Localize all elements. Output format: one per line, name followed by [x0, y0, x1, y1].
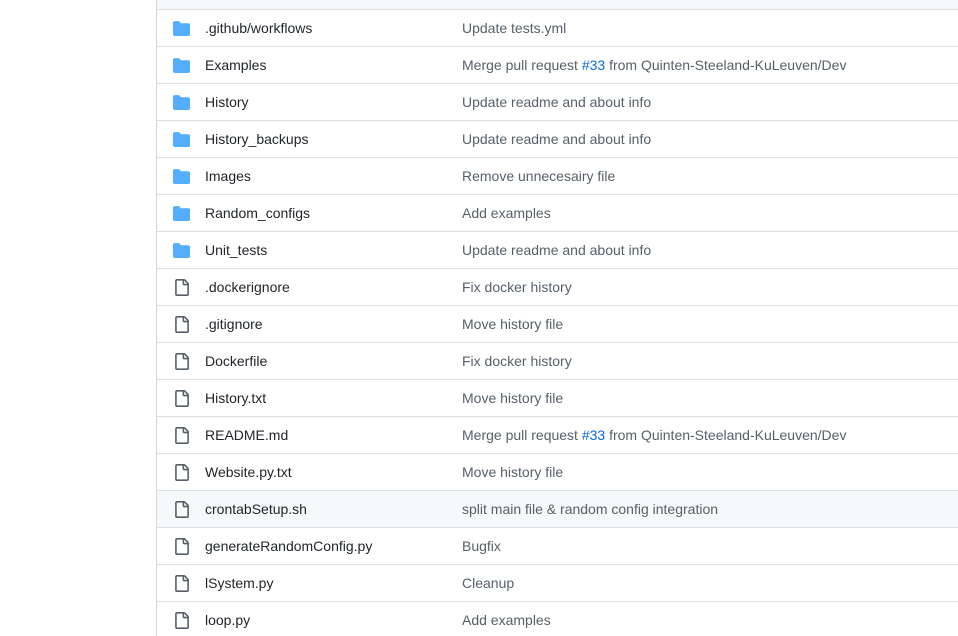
file-name-link[interactable]: History_backups — [205, 121, 309, 158]
file-row[interactable]: Unit_tests Update readme and about info — [157, 232, 958, 269]
file-row[interactable]: History Update readme and about info — [157, 84, 958, 121]
folder-icon — [173, 205, 190, 222]
commit-message-suffix: from Quinten-Steeland-KuLeuven/Dev — [605, 57, 847, 73]
file-row[interactable]: History.txt Move history file — [157, 380, 958, 417]
file-name-link[interactable]: crontabSetup.sh — [205, 491, 307, 528]
file-row[interactable]: lSystem.py Cleanup — [157, 565, 958, 602]
file-icon — [173, 612, 190, 629]
file-row[interactable]: .gitignore Move history file — [157, 306, 958, 343]
file-icon — [173, 390, 190, 407]
commit-message-link[interactable]: Update readme and about info — [462, 232, 651, 269]
commit-message-prefix: Merge pull request — [462, 427, 582, 443]
file-name-link[interactable]: Unit_tests — [205, 232, 267, 269]
file-name-link[interactable]: .gitignore — [205, 306, 263, 343]
file-list: .github/workflows Update tests.yml Example… — [156, 0, 958, 636]
file-row[interactable]: Random_configs Add examples — [157, 195, 958, 232]
file-row[interactable]: Dockerfile Fix docker history — [157, 343, 958, 380]
commit-message-link[interactable]: Move history file — [462, 454, 563, 491]
commit-message-prefix: Merge pull request — [462, 57, 582, 73]
commit-message-link[interactable]: Merge pull request #33 from Quinten-Stee… — [462, 417, 846, 454]
commit-message-link[interactable]: Update readme and about info — [462, 84, 651, 121]
folder-icon — [173, 20, 190, 37]
folder-icon — [173, 131, 190, 148]
file-row[interactable]: README.md Merge pull request #33 from Qui… — [157, 417, 958, 454]
file-icon — [173, 538, 190, 555]
file-name-link[interactable]: Examples — [205, 47, 266, 84]
file-row[interactable]: crontabSetup.sh split main file & random … — [157, 491, 958, 528]
file-icon — [173, 427, 190, 444]
file-row[interactable]: .github/workflows Update tests.yml — [157, 10, 958, 47]
commit-message-link[interactable]: Move history file — [462, 306, 563, 343]
file-name-link[interactable]: Images — [205, 158, 251, 195]
commit-message-link[interactable]: Bugfix — [462, 528, 501, 565]
file-name-link[interactable]: History — [205, 84, 249, 121]
commit-message-link[interactable]: Add examples — [462, 602, 551, 636]
file-name-link[interactable]: Website.py.txt — [205, 454, 292, 491]
file-icon — [173, 575, 190, 592]
commit-message-suffix: from Quinten-Steeland-KuLeuven/Dev — [605, 427, 847, 443]
folder-icon — [173, 57, 190, 74]
file-name-link[interactable]: Random_configs — [205, 195, 310, 232]
file-name-link[interactable]: loop.py — [205, 602, 250, 636]
pull-request-link[interactable]: #33 — [582, 427, 605, 443]
file-icon — [173, 353, 190, 370]
file-row[interactable]: generateRandomConfig.py Bugfix — [157, 528, 958, 565]
file-name-link[interactable]: Dockerfile — [205, 343, 267, 380]
commit-message-link[interactable]: split main file & random config integrat… — [462, 491, 718, 528]
file-name-link[interactable]: lSystem.py — [205, 565, 273, 602]
file-name-link[interactable]: README.md — [205, 417, 288, 454]
file-name-link[interactable]: .dockerignore — [205, 269, 290, 306]
file-name-link[interactable]: generateRandomConfig.py — [205, 528, 372, 565]
file-icon — [173, 316, 190, 333]
file-row[interactable]: Images Remove unnecesairy file — [157, 158, 958, 195]
file-icon — [173, 464, 190, 481]
folder-icon — [173, 242, 190, 259]
commit-message-link[interactable]: Cleanup — [462, 565, 514, 602]
repo-file-browser: .github/workflows Update tests.yml Example… — [0, 0, 958, 636]
folder-icon — [173, 168, 190, 185]
file-rows: .github/workflows Update tests.yml Example… — [157, 10, 958, 636]
file-row[interactable]: .dockerignore Fix docker history — [157, 269, 958, 306]
commit-message-link[interactable]: Update readme and about info — [462, 121, 651, 158]
commit-message-link[interactable]: Merge pull request #33 from Quinten-Stee… — [462, 47, 846, 84]
commit-message-link[interactable]: Fix docker history — [462, 269, 572, 306]
file-name-link[interactable]: History.txt — [205, 380, 266, 417]
commit-message-link[interactable]: Remove unnecesairy file — [462, 158, 615, 195]
file-row[interactable]: History_backups Update readme and about i… — [157, 121, 958, 158]
file-row[interactable]: Examples Merge pull request #33 from Quin… — [157, 47, 958, 84]
file-row[interactable]: loop.py Add examples — [157, 602, 958, 636]
pull-request-link[interactable]: #33 — [582, 57, 605, 73]
commit-message-link[interactable]: Move history file — [462, 380, 563, 417]
file-name-link[interactable]: .github/workflows — [205, 10, 312, 47]
file-list-header — [157, 0, 958, 10]
file-icon — [173, 279, 190, 296]
file-row[interactable]: Website.py.txt Move history file — [157, 454, 958, 491]
commit-message-link[interactable]: Fix docker history — [462, 343, 572, 380]
commit-message-link[interactable]: Add examples — [462, 195, 551, 232]
file-icon — [173, 501, 190, 518]
commit-message-link[interactable]: Update tests.yml — [462, 10, 566, 47]
folder-icon — [173, 94, 190, 111]
